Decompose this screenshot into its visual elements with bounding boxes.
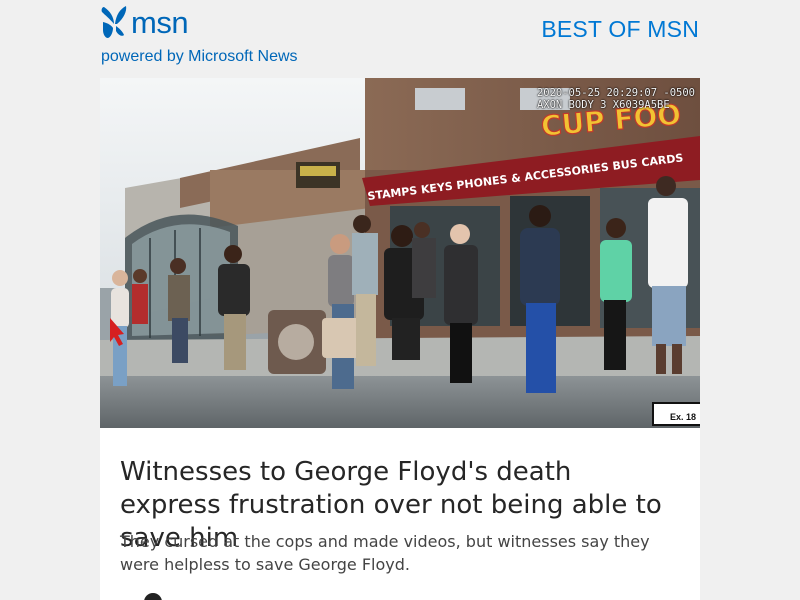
bodycam-timestamp: 2020-05-25 20:29:07 -0500 AXON BODY 3 X6… bbox=[537, 87, 695, 111]
page-header: msn powered by Microsoft News BEST OF MS… bbox=[100, 0, 700, 78]
bodycam-timestamp-line1: 2020-05-25 20:29:07 -0500 bbox=[536, 87, 695, 99]
msn-logo-text: msn bbox=[131, 4, 189, 40]
best-of-msn-link[interactable]: BEST OF MSN bbox=[541, 16, 699, 43]
article-summary: They cursed at the cops and made videos,… bbox=[120, 532, 650, 574]
bodycam-timestamp-line2: AXON BODY 3 X6039A5BE bbox=[536, 99, 670, 111]
page: msn powered by Microsoft News BEST OF MS… bbox=[0, 0, 800, 600]
source-logo-icon bbox=[144, 593, 162, 600]
msn-butterfly-icon bbox=[100, 4, 128, 40]
exhibit-label: Ex. 18 bbox=[651, 402, 700, 426]
msn-logo[interactable]: msn bbox=[100, 4, 189, 40]
article-image[interactable]: STAMPS KEYS PHONES & ACCESSORIES BUS CAR… bbox=[100, 78, 700, 428]
powered-by-link[interactable]: powered by Microsoft News bbox=[101, 48, 298, 66]
article-card[interactable]: STAMPS KEYS PHONES & ACCESSORIES BUS CAR… bbox=[100, 78, 700, 600]
